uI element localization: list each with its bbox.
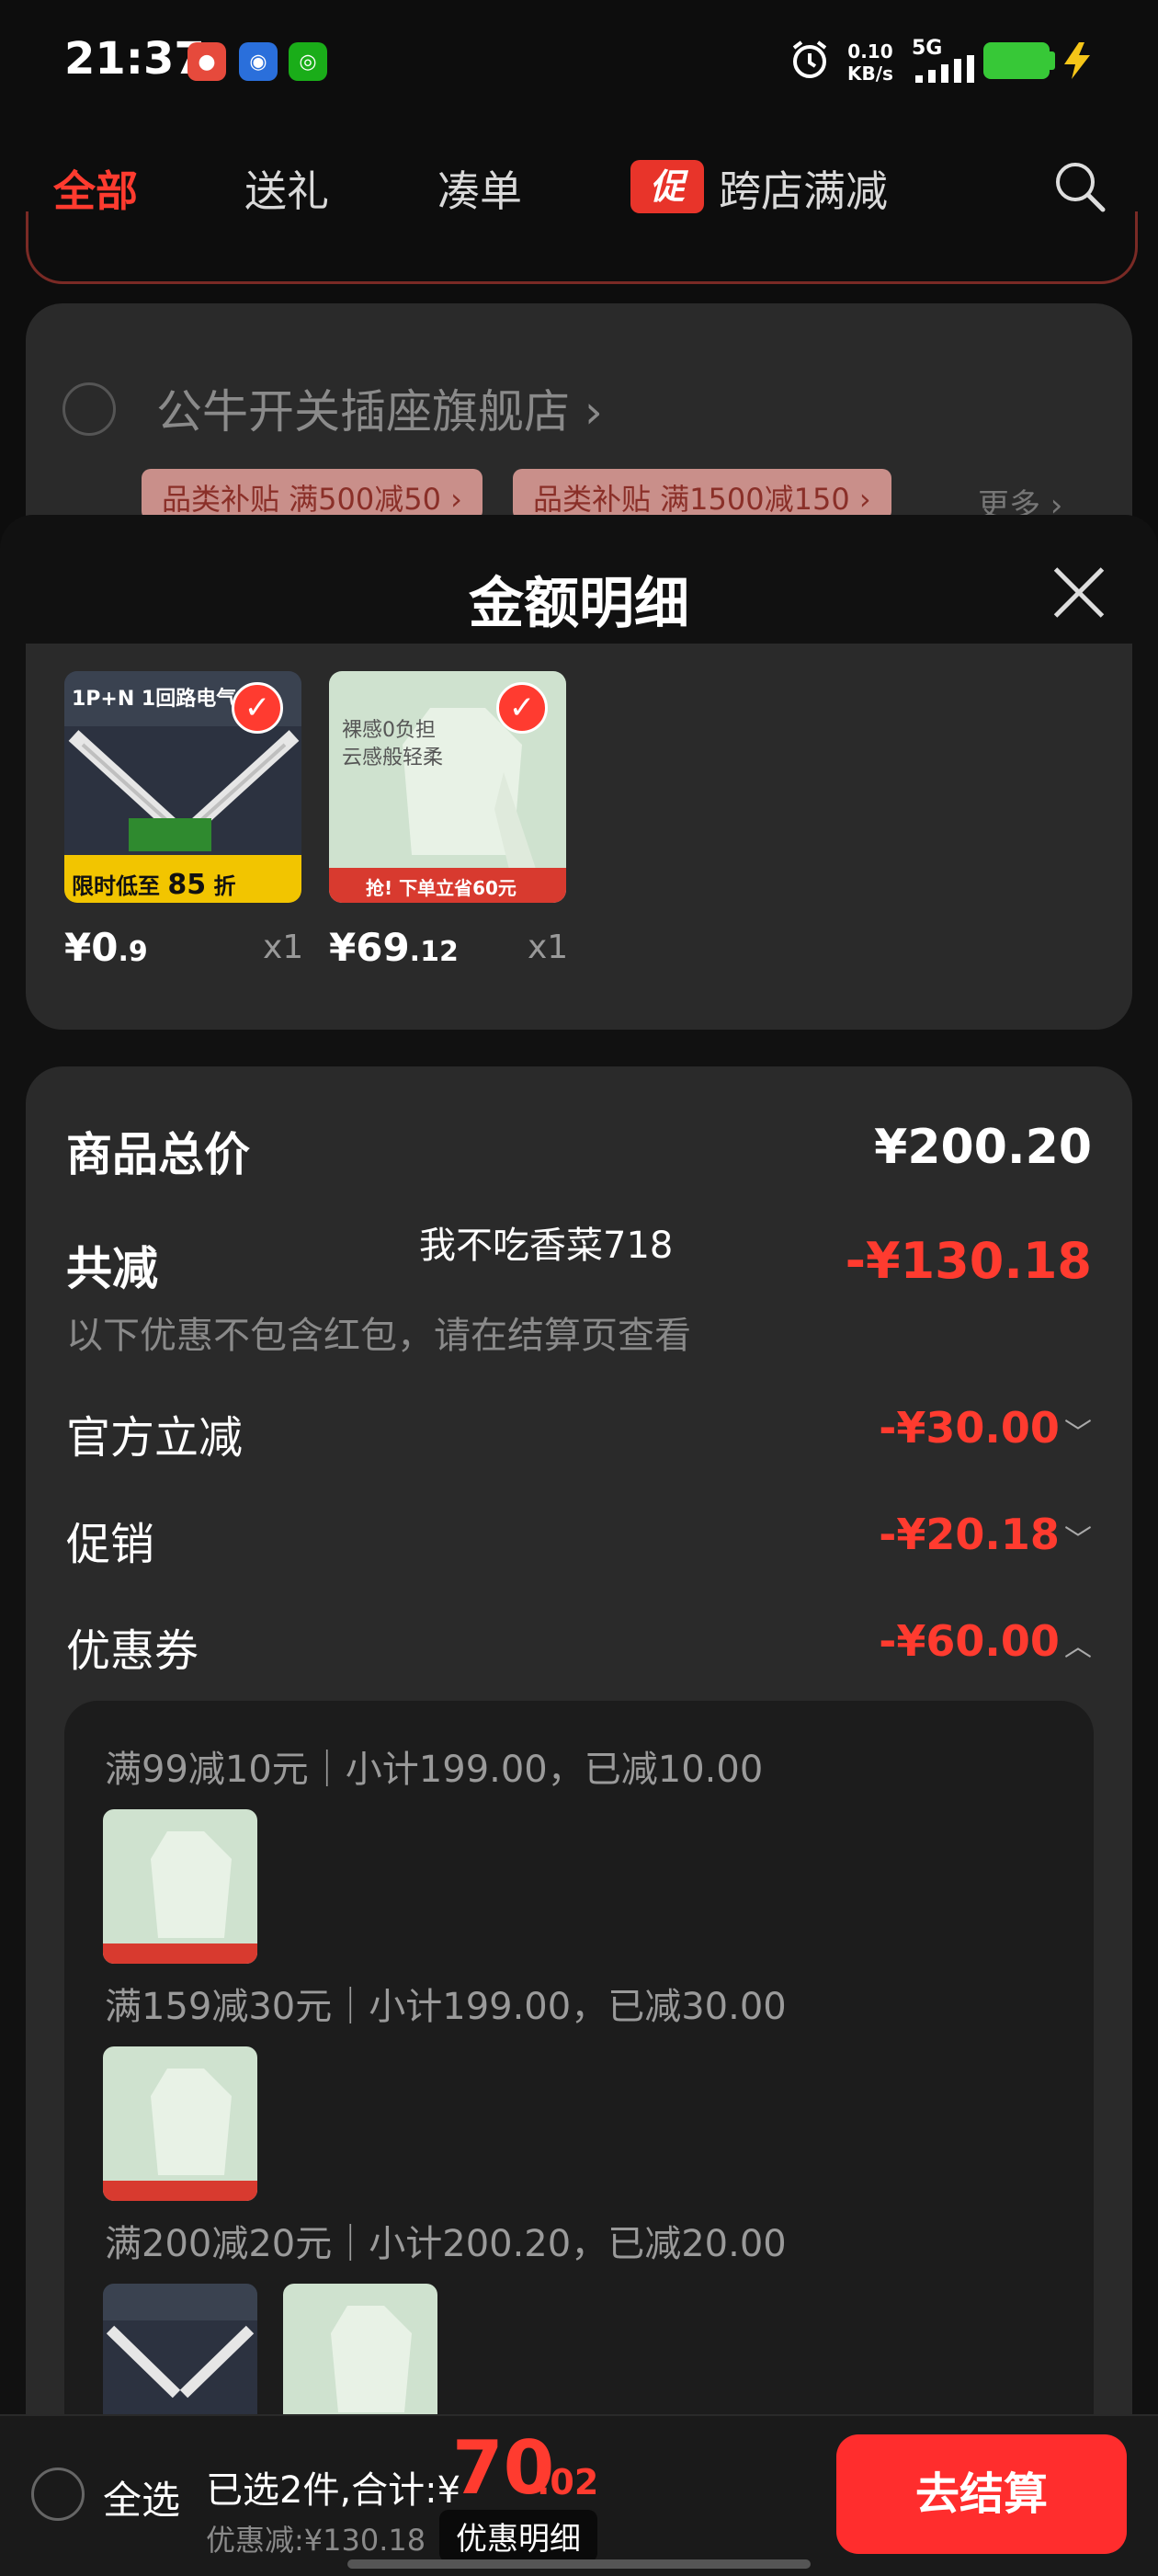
coupon-group-line: 满99减10元｜小计199.00，已减10.00 bbox=[105, 1749, 764, 1791]
selected-count-text: 已选2件,合计:¥ bbox=[206, 2469, 461, 2512]
user-watermark: 我不吃香菜718 bbox=[419, 1225, 674, 1267]
signal-icon bbox=[915, 55, 974, 83]
store-coupon-tag[interactable]: 品类补贴 满500减50 › bbox=[142, 469, 482, 520]
thumb-line-2: 云感般轻柔 bbox=[342, 747, 444, 769]
store-name[interactable]: 公牛开关插座旗舰店 › bbox=[156, 375, 603, 441]
store-coupon-tag[interactable]: 品类补贴 满1500减150 › bbox=[513, 469, 891, 520]
total-price-label: 商品总价 bbox=[66, 1128, 250, 1181]
thumb-cta: 抢! 下单立省60元 bbox=[366, 877, 517, 899]
discount-note: 以下优惠不包含红包，请在结算页查看 bbox=[66, 1315, 691, 1357]
coupon-label: 优惠券 bbox=[66, 1625, 199, 1677]
app-notification-icon: ● bbox=[187, 42, 226, 81]
promo-badge: 促 bbox=[630, 160, 704, 213]
item-price: ¥69.12 bbox=[329, 925, 459, 970]
item-price: ¥0.9 bbox=[64, 925, 148, 970]
coupon-item-thumbnail[interactable] bbox=[103, 2046, 257, 2201]
total-reduction-value: -¥130.18 bbox=[845, 1232, 1092, 1290]
coupon-value: -¥60.00 bbox=[879, 1616, 1060, 1666]
chevron-down-icon: ﹀ bbox=[1064, 1524, 1092, 1556]
item-qty: x1 bbox=[263, 929, 304, 966]
status-time: 21:37 bbox=[64, 33, 205, 85]
chevron-down-icon: ﹀ bbox=[1064, 1418, 1092, 1450]
battery-cap bbox=[1050, 51, 1055, 70]
select-all-radio[interactable] bbox=[31, 2468, 85, 2521]
thumb-banner: 限时低至 85 折 bbox=[72, 869, 236, 901]
wechat-icon: ◎ bbox=[289, 42, 327, 81]
pajama-illustration bbox=[103, 2069, 257, 2201]
total-amount-dec: .02 bbox=[537, 2462, 599, 2502]
promotion-label: 促销 bbox=[66, 1519, 155, 1570]
battery-icon bbox=[983, 42, 1050, 79]
item-selected-check-icon[interactable]: ✓ bbox=[496, 682, 548, 734]
total-reduction-label: 共减 bbox=[66, 1242, 158, 1295]
charging-icon bbox=[1064, 42, 1090, 79]
sheet-title: 金额明细 bbox=[469, 572, 689, 636]
select-all-label[interactable]: 全选 bbox=[103, 2469, 180, 2525]
discount-detail-button[interactable]: 优惠明细 bbox=[439, 2510, 597, 2562]
item-qty: x1 bbox=[528, 929, 569, 966]
total-price-value: ¥200.20 bbox=[874, 1120, 1092, 1175]
coupon-group-line: 满159减30元｜小计199.00，已减30.00 bbox=[105, 1986, 787, 2028]
close-icon[interactable] bbox=[1051, 564, 1107, 620]
home-indicator[interactable] bbox=[347, 2559, 811, 2569]
promotion-value: -¥20.18 bbox=[879, 1510, 1060, 1559]
search-icon[interactable] bbox=[1053, 160, 1107, 213]
promotion-row[interactable]: -¥20.18 ﹀ bbox=[879, 1510, 1092, 1559]
tab-bundle[interactable]: 凑单 bbox=[437, 158, 522, 219]
saved-amount: 优惠减:¥130.18 bbox=[206, 2523, 426, 2558]
coupon-row[interactable]: -¥60.00 ︿ bbox=[879, 1616, 1092, 1666]
tab-gift[interactable]: 送礼 bbox=[244, 158, 329, 219]
chevron-up-icon: ︿ bbox=[1064, 1631, 1092, 1663]
checkout-button[interactable]: 去结算 bbox=[836, 2434, 1127, 2554]
coupon-item-thumbnail[interactable] bbox=[103, 1809, 257, 1964]
hotspot-notification-icon: ◉ bbox=[239, 42, 278, 81]
coupon-group-line: 满200减20元｜小计200.20，已减20.00 bbox=[105, 2223, 787, 2265]
official-discount-label: 官方立减 bbox=[66, 1412, 244, 1464]
tab-cross-store-discount[interactable]: 跨店满减 bbox=[719, 158, 888, 219]
previous-card-edge bbox=[26, 211, 1138, 284]
thumb-title: 1P+N 1回路电气 bbox=[72, 688, 237, 711]
item-selected-check-icon[interactable]: ✓ bbox=[232, 682, 283, 734]
official-discount-value: -¥30.00 bbox=[879, 1403, 1060, 1453]
pajama-illustration bbox=[103, 1831, 257, 1964]
tab-all[interactable]: 全部 bbox=[53, 158, 138, 219]
store-select-radio[interactable] bbox=[62, 382, 116, 436]
official-discount-row[interactable]: -¥30.00 ﹀ bbox=[879, 1403, 1092, 1453]
thumb-line-1: 裸感0负担 bbox=[342, 719, 436, 742]
alarm-icon bbox=[792, 40, 827, 78]
net-speed: 0.10 KB/s bbox=[847, 40, 893, 85]
